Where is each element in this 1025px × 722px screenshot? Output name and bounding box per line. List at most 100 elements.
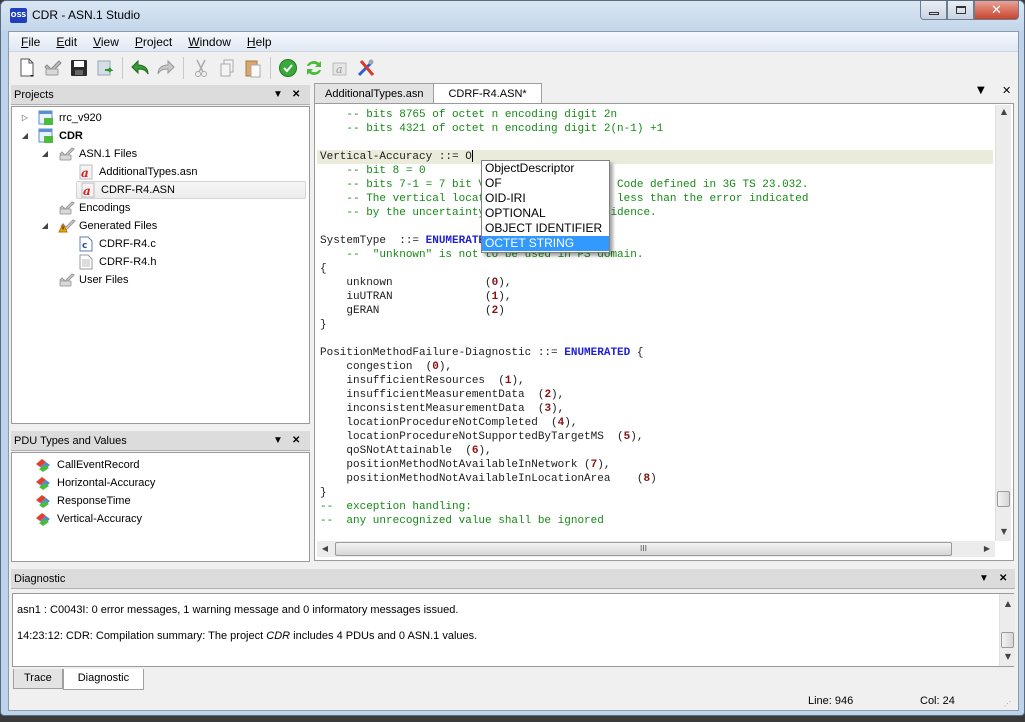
code-editor[interactable]: -- bits 8765 of octet n encoding digit 2… <box>317 104 1007 541</box>
close-button[interactable]: ✕ <box>974 1 1019 20</box>
code-text: { <box>320 263 327 275</box>
copy-button[interactable] <box>215 56 239 80</box>
panel-menu-icon[interactable]: ▼ <box>273 85 283 105</box>
menu-file[interactable]: File <box>13 35 48 49</box>
maximize-button[interactable] <box>947 1 974 20</box>
pdu-list-item[interactable]: Vertical-Accuracy <box>34 510 142 528</box>
diagnostic-vertical-scrollbar[interactable]: ▲ ▼ <box>999 594 1015 666</box>
resize-grip-icon[interactable]: ⋰ <box>1004 700 1011 708</box>
expanded-arrow-icon[interactable]: ◢ <box>40 145 50 163</box>
maximize-icon <box>955 6 966 14</box>
client-area: File Edit View Project Window Help a Pro… <box>8 31 1019 711</box>
expanded-arrow-icon[interactable]: ◢ <box>40 217 50 235</box>
editor-tab[interactable]: AdditionalTypes.asn <box>314 83 435 103</box>
scroll-down-icon[interactable]: ▼ <box>1000 652 1016 661</box>
scroll-thumb[interactable] <box>1001 632 1014 648</box>
tree-item-label: User Files <box>79 274 129 286</box>
autocomplete-item[interactable]: OPTIONAL <box>482 206 609 221</box>
tree-item[interactable]: ▷ rrc_v920 <box>20 109 102 127</box>
redo-button[interactable] <box>154 56 178 80</box>
menu-window[interactable]: Window <box>180 35 239 49</box>
pdu-panel-title: PDU Types and Values <box>14 435 127 447</box>
scroll-thumb[interactable]: III <box>335 542 952 556</box>
undo-button[interactable] <box>128 56 152 80</box>
copy-icon <box>220 59 234 77</box>
menu-help[interactable]: Help <box>239 35 280 49</box>
new-file-button[interactable] <box>15 56 39 80</box>
editor-menu-icon[interactable]: ▼ <box>977 85 985 96</box>
tree-item[interactable]: c CDRF-R4.c <box>60 235 156 253</box>
code-text: qoSNotAttainable ( <box>320 445 472 457</box>
pdu-list-item[interactable]: Horizontal-Accuracy <box>34 474 155 492</box>
paste-button[interactable] <box>241 56 265 80</box>
panel-close-icon[interactable]: ✕ <box>292 85 300 105</box>
scroll-up-icon[interactable]: ▲ <box>996 107 1012 116</box>
collapsed-arrow-icon[interactable]: ▷ <box>20 109 30 127</box>
tab-diagnostic[interactable]: Diagnostic <box>62 669 145 690</box>
toolbar: a <box>9 53 1018 83</box>
code-line: -- any unrecognized value shall be ignor… <box>320 514 604 528</box>
open-project-button[interactable] <box>41 56 65 80</box>
autocomplete-item[interactable]: OF <box>482 176 609 191</box>
autocomplete-item[interactable]: OCTET STRING <box>482 236 609 251</box>
scroll-thumb[interactable] <box>997 491 1010 507</box>
code-line: positionMethodNotAvailableInNetwork (7), <box>320 458 610 472</box>
scroll-left-icon[interactable]: ◀ <box>317 544 333 553</box>
tree-item[interactable]: CDRF-R4.h <box>60 253 156 271</box>
editor-horizontal-scrollbar[interactable]: ◀ III ▶ <box>317 541 995 557</box>
code-text: ), <box>511 375 525 387</box>
menu-edit[interactable]: Edit <box>48 35 85 49</box>
tools-button[interactable] <box>354 56 378 80</box>
pdu-list-item[interactable]: ResponseTime <box>34 492 131 510</box>
generate-button[interactable]: a <box>328 56 352 80</box>
tree-item[interactable]: ◢ Generated Files <box>40 217 157 235</box>
panel-close-icon[interactable]: ✕ <box>999 569 1007 589</box>
tree-item-label: CDRF-R4.ASN <box>101 184 175 196</box>
diagnostic-message[interactable]: asn1 : C0043I: 0 error messages, 1 warni… <box>17 604 458 616</box>
editor-close-icon[interactable]: ✕ <box>1002 84 1011 97</box>
scroll-down-icon[interactable]: ▼ <box>996 527 1012 536</box>
save-button[interactable] <box>67 56 91 80</box>
code-text: ), <box>498 277 512 289</box>
minimize-button[interactable] <box>920 1 947 20</box>
title-bar[interactable]: OSS CDR - ASN.1 Studio ✕ <box>1 1 1024 31</box>
code-line: -- bit 8 = 0 <box>320 164 425 178</box>
code-line: positionMethodNotAvailableInLocationArea… <box>320 472 656 486</box>
autocomplete-item[interactable]: OID-IRI <box>482 191 609 206</box>
autocomplete-item[interactable]: ObjectDescriptor <box>482 161 609 176</box>
status-col: Col: 24 <box>920 695 955 707</box>
code-text: } <box>320 319 327 331</box>
pdu-list-item[interactable]: CallEventRecord <box>34 456 140 474</box>
tree-item[interactable]: ◢ ASN.1 Files <box>40 145 137 163</box>
expanded-arrow-icon[interactable]: ◢ <box>20 127 30 145</box>
tree-item[interactable]: Encodings <box>40 199 130 217</box>
menu-view[interactable]: View <box>85 35 127 49</box>
code-comment: -- exception handling: <box>320 501 472 513</box>
panel-menu-icon[interactable]: ▼ <box>979 569 989 589</box>
check-syntax-button[interactable] <box>276 56 300 80</box>
code-line: -- bits 8765 of octet n encoding digit 2… <box>320 108 617 122</box>
autocomplete-item[interactable]: OBJECT IDENTIFIER <box>482 221 609 236</box>
project-icon <box>38 128 54 144</box>
scroll-up-icon[interactable]: ▲ <box>1000 599 1016 608</box>
tree-item[interactable]: a AdditionalTypes.asn <box>60 163 197 181</box>
tab-trace[interactable]: Trace <box>13 669 63 689</box>
code-text: ), <box>551 389 565 401</box>
diagnostic-message[interactable]: 14:23:12: CDR: Compilation summary: The … <box>17 630 477 642</box>
editor-vertical-scrollbar[interactable]: ▲ ▼ <box>995 105 1011 541</box>
editor-tabs: AdditionalTypes.asn CDRF-R4.ASN* <box>314 83 542 104</box>
compile-button[interactable] <box>302 56 326 80</box>
panel-menu-icon[interactable]: ▼ <box>273 431 283 451</box>
editor-tab[interactable]: CDRF-R4.ASN* <box>433 83 542 104</box>
panel-close-icon[interactable]: ✕ <box>292 431 300 451</box>
code-text: ), <box>630 431 644 443</box>
tree-item[interactable]: a CDRF-R4.ASN <box>76 181 306 199</box>
code-text: Vertical-Accuracy ::= O <box>320 151 472 163</box>
code-number: 0 <box>432 361 439 373</box>
tree-item[interactable]: ◢ CDR <box>20 127 83 145</box>
cut-button[interactable] <box>189 56 213 80</box>
save-all-button[interactable] <box>93 56 117 80</box>
scroll-right-icon[interactable]: ▶ <box>979 544 995 553</box>
menu-project[interactable]: Project <box>127 35 180 49</box>
tree-item[interactable]: User Files <box>40 271 129 289</box>
